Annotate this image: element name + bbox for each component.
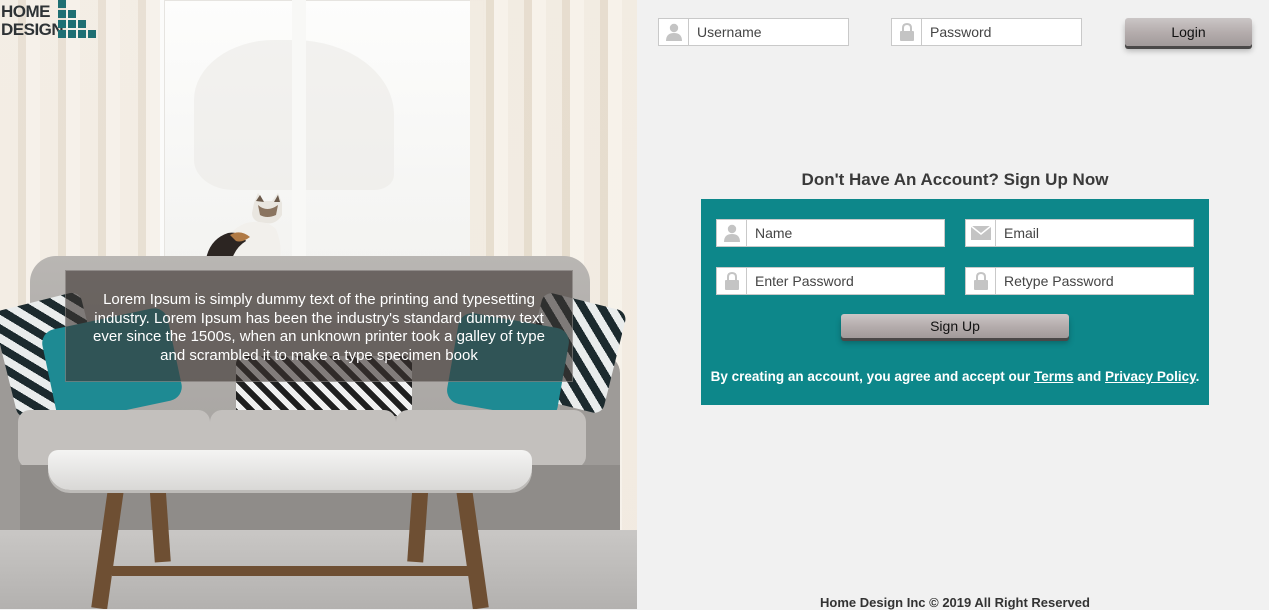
password-field bbox=[891, 18, 1082, 46]
retype-password-input[interactable] bbox=[1004, 268, 1187, 294]
hero-overlay-text: Lorem Ipsum is simply dummy text of the … bbox=[93, 291, 545, 364]
lock-icon bbox=[717, 268, 747, 294]
window bbox=[150, 0, 498, 262]
email-input[interactable] bbox=[1004, 220, 1187, 246]
retype-password-field bbox=[965, 267, 1194, 295]
logo-blocks-icon bbox=[58, 0, 96, 38]
password-input[interactable] bbox=[930, 19, 1075, 45]
footer-copyright: Home Design Inc © 2019 All Right Reserve… bbox=[820, 595, 1090, 610]
name-field bbox=[716, 219, 945, 247]
user-icon bbox=[659, 19, 689, 45]
login-button[interactable]: Login bbox=[1125, 18, 1252, 46]
logo-line2: DESIGN bbox=[1, 20, 64, 39]
signup-form: Sign Up By creating an account, you agre… bbox=[701, 199, 1209, 405]
lock-icon bbox=[966, 268, 996, 294]
lock-icon bbox=[892, 19, 922, 45]
logo[interactable]: HOME DESIGN bbox=[0, 0, 100, 44]
envelope-icon bbox=[966, 220, 996, 246]
cat-figure bbox=[206, 193, 282, 259]
terms-text: By creating an account, you agree and ac… bbox=[710, 369, 1200, 384]
logo-line1: HOME bbox=[1, 2, 51, 21]
hero-image: Lorem Ipsum is simply dummy text of the … bbox=[0, 0, 637, 609]
username-field bbox=[658, 18, 849, 46]
username-input[interactable] bbox=[697, 19, 842, 45]
signup-title: Don't Have An Account? Sign Up Now bbox=[801, 170, 1109, 189]
email-field bbox=[965, 219, 1194, 247]
enter-password-field bbox=[716, 267, 945, 295]
terms-link[interactable]: Terms bbox=[1034, 369, 1074, 384]
name-input[interactable] bbox=[755, 220, 938, 246]
signup-button[interactable]: Sign Up bbox=[841, 314, 1069, 338]
privacy-policy-link[interactable]: Privacy Policy bbox=[1105, 369, 1196, 384]
user-icon bbox=[717, 220, 747, 246]
coffee-table bbox=[48, 450, 532, 490]
enter-password-input[interactable] bbox=[755, 268, 938, 294]
hero-overlay: Lorem Ipsum is simply dummy text of the … bbox=[65, 270, 573, 382]
